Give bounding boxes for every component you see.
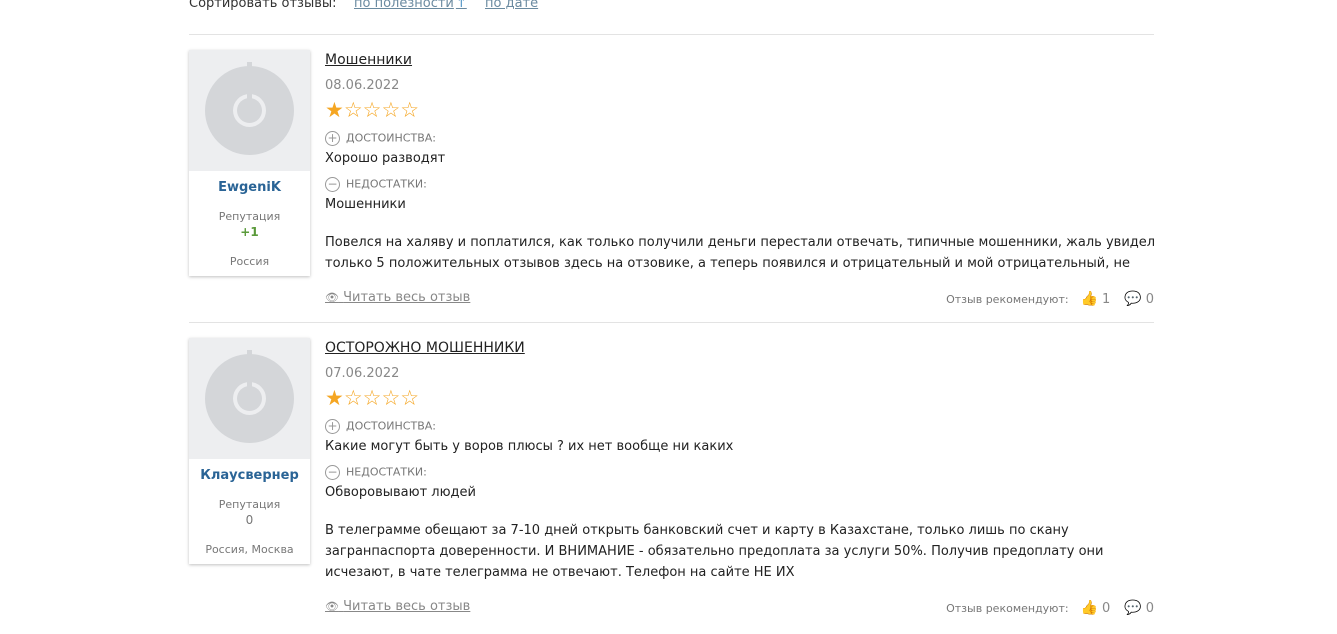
cons-header: − НЕДОСТАТКИ: — [325, 465, 427, 480]
author-name-link[interactable]: Клаусвернер — [189, 468, 310, 483]
recommend-block: Отзыв рекомендуют: 👍 1 💬 0 — [946, 291, 1154, 307]
pros-label: ДОСТОИНСТВА: — [346, 131, 436, 145]
comment-icon[interactable]: 💬 — [1124, 291, 1141, 307]
plus-circle-icon: + — [325, 131, 340, 146]
rating-stars: ★☆☆☆☆ — [325, 387, 419, 409]
recommend-label: Отзыв рекомендуют: — [946, 601, 1069, 615]
thumbs-up-icon[interactable]: 👍 — [1081, 600, 1098, 616]
divider — [189, 34, 1154, 35]
eye-icon: 👁 — [325, 291, 339, 304]
review-text: Повелся на халяву и поплатился, как толь… — [325, 235, 1156, 271]
review-title-link[interactable]: ОСТОРОЖНО МОШЕННИКИ — [325, 340, 525, 356]
comment-icon[interactable]: 💬 — [1124, 600, 1141, 616]
thumbs-up-icon[interactable]: 👍 — [1081, 291, 1098, 307]
cons-label: НЕДОСТАТКИ: — [346, 465, 427, 479]
reputation-label: Репутация — [218, 210, 281, 223]
review-title-link[interactable]: Мошенники — [325, 52, 412, 68]
comments-count: 0 — [1145, 600, 1154, 616]
read-more-label: Читать весь отзыв — [343, 599, 471, 614]
cons-label: НЕДОСТАТКИ: — [346, 177, 427, 191]
recommend-label: Отзыв рекомендуют: — [946, 292, 1069, 306]
reputation-label: Репутация — [218, 498, 281, 511]
cons-text: Обворовывают людей — [325, 485, 476, 500]
sort-by-usefulness-label: по полезности — [354, 0, 454, 11]
author-card: Клаусвернер Репутация 0 Россия, Москва — [189, 338, 310, 564]
recommend-block: Отзыв рекомендуют: 👍 0 💬 0 — [946, 600, 1154, 616]
sort-bar: Сортировать отзывы: по полезности ↑ по да… — [189, 0, 538, 14]
star-icon: ★☆☆☆☆ — [325, 98, 420, 122]
sort-by-date-link[interactable]: по дате — [485, 0, 538, 14]
read-full-review-link[interactable]: 👁 Читать весь отзыв — [325, 599, 470, 614]
minus-circle-icon: − — [325, 465, 340, 480]
rating-stars: ★☆☆☆☆ — [325, 99, 419, 121]
reputation-value: +1 — [240, 225, 259, 239]
cons-header: − НЕДОСТАТКИ: — [325, 177, 427, 192]
sort-arrow-icon: ↑ — [455, 0, 467, 11]
read-full-review-link[interactable]: 👁 Читать весь отзыв — [325, 290, 470, 305]
read-more-label: Читать весь отзыв — [343, 290, 471, 305]
pros-text: Какие могут быть у воров плюсы ? их нет … — [325, 439, 734, 454]
avatar[interactable] — [189, 338, 310, 459]
reputation-value: 0 — [245, 513, 254, 527]
sort-by-usefulness-link[interactable]: по полезности ↑ — [354, 0, 467, 14]
divider — [189, 322, 1154, 323]
avatar[interactable] — [189, 50, 310, 171]
eye-icon: 👁 — [325, 600, 339, 613]
star-icon: ★☆☆☆☆ — [325, 386, 420, 410]
pros-header: + ДОСТОИНСТВА: — [325, 419, 436, 434]
sort-label: Сортировать отзывы: — [189, 0, 337, 11]
review-date: 07.06.2022 — [325, 366, 400, 381]
likes-count: 1 — [1102, 291, 1111, 307]
cons-text: Мошенники — [325, 197, 406, 212]
author-location: Россия, Москва — [205, 543, 294, 556]
pros-header: + ДОСТОИНСТВА: — [325, 131, 436, 146]
author-location: Россия — [229, 255, 270, 268]
likes-count: 0 — [1102, 600, 1111, 616]
author-card: EwgeniK Репутация +1 Россия — [189, 50, 310, 276]
plus-circle-icon: + — [325, 419, 340, 434]
minus-circle-icon: − — [325, 177, 340, 192]
comments-count: 0 — [1145, 291, 1154, 307]
review-text: В телеграмме обещают за 7-10 дней открыт… — [325, 523, 1104, 580]
pros-text: Хорошо разводят — [325, 151, 446, 166]
author-name-link[interactable]: EwgeniK — [189, 180, 310, 195]
review-date: 08.06.2022 — [325, 78, 400, 93]
pros-label: ДОСТОИНСТВА: — [346, 419, 436, 433]
